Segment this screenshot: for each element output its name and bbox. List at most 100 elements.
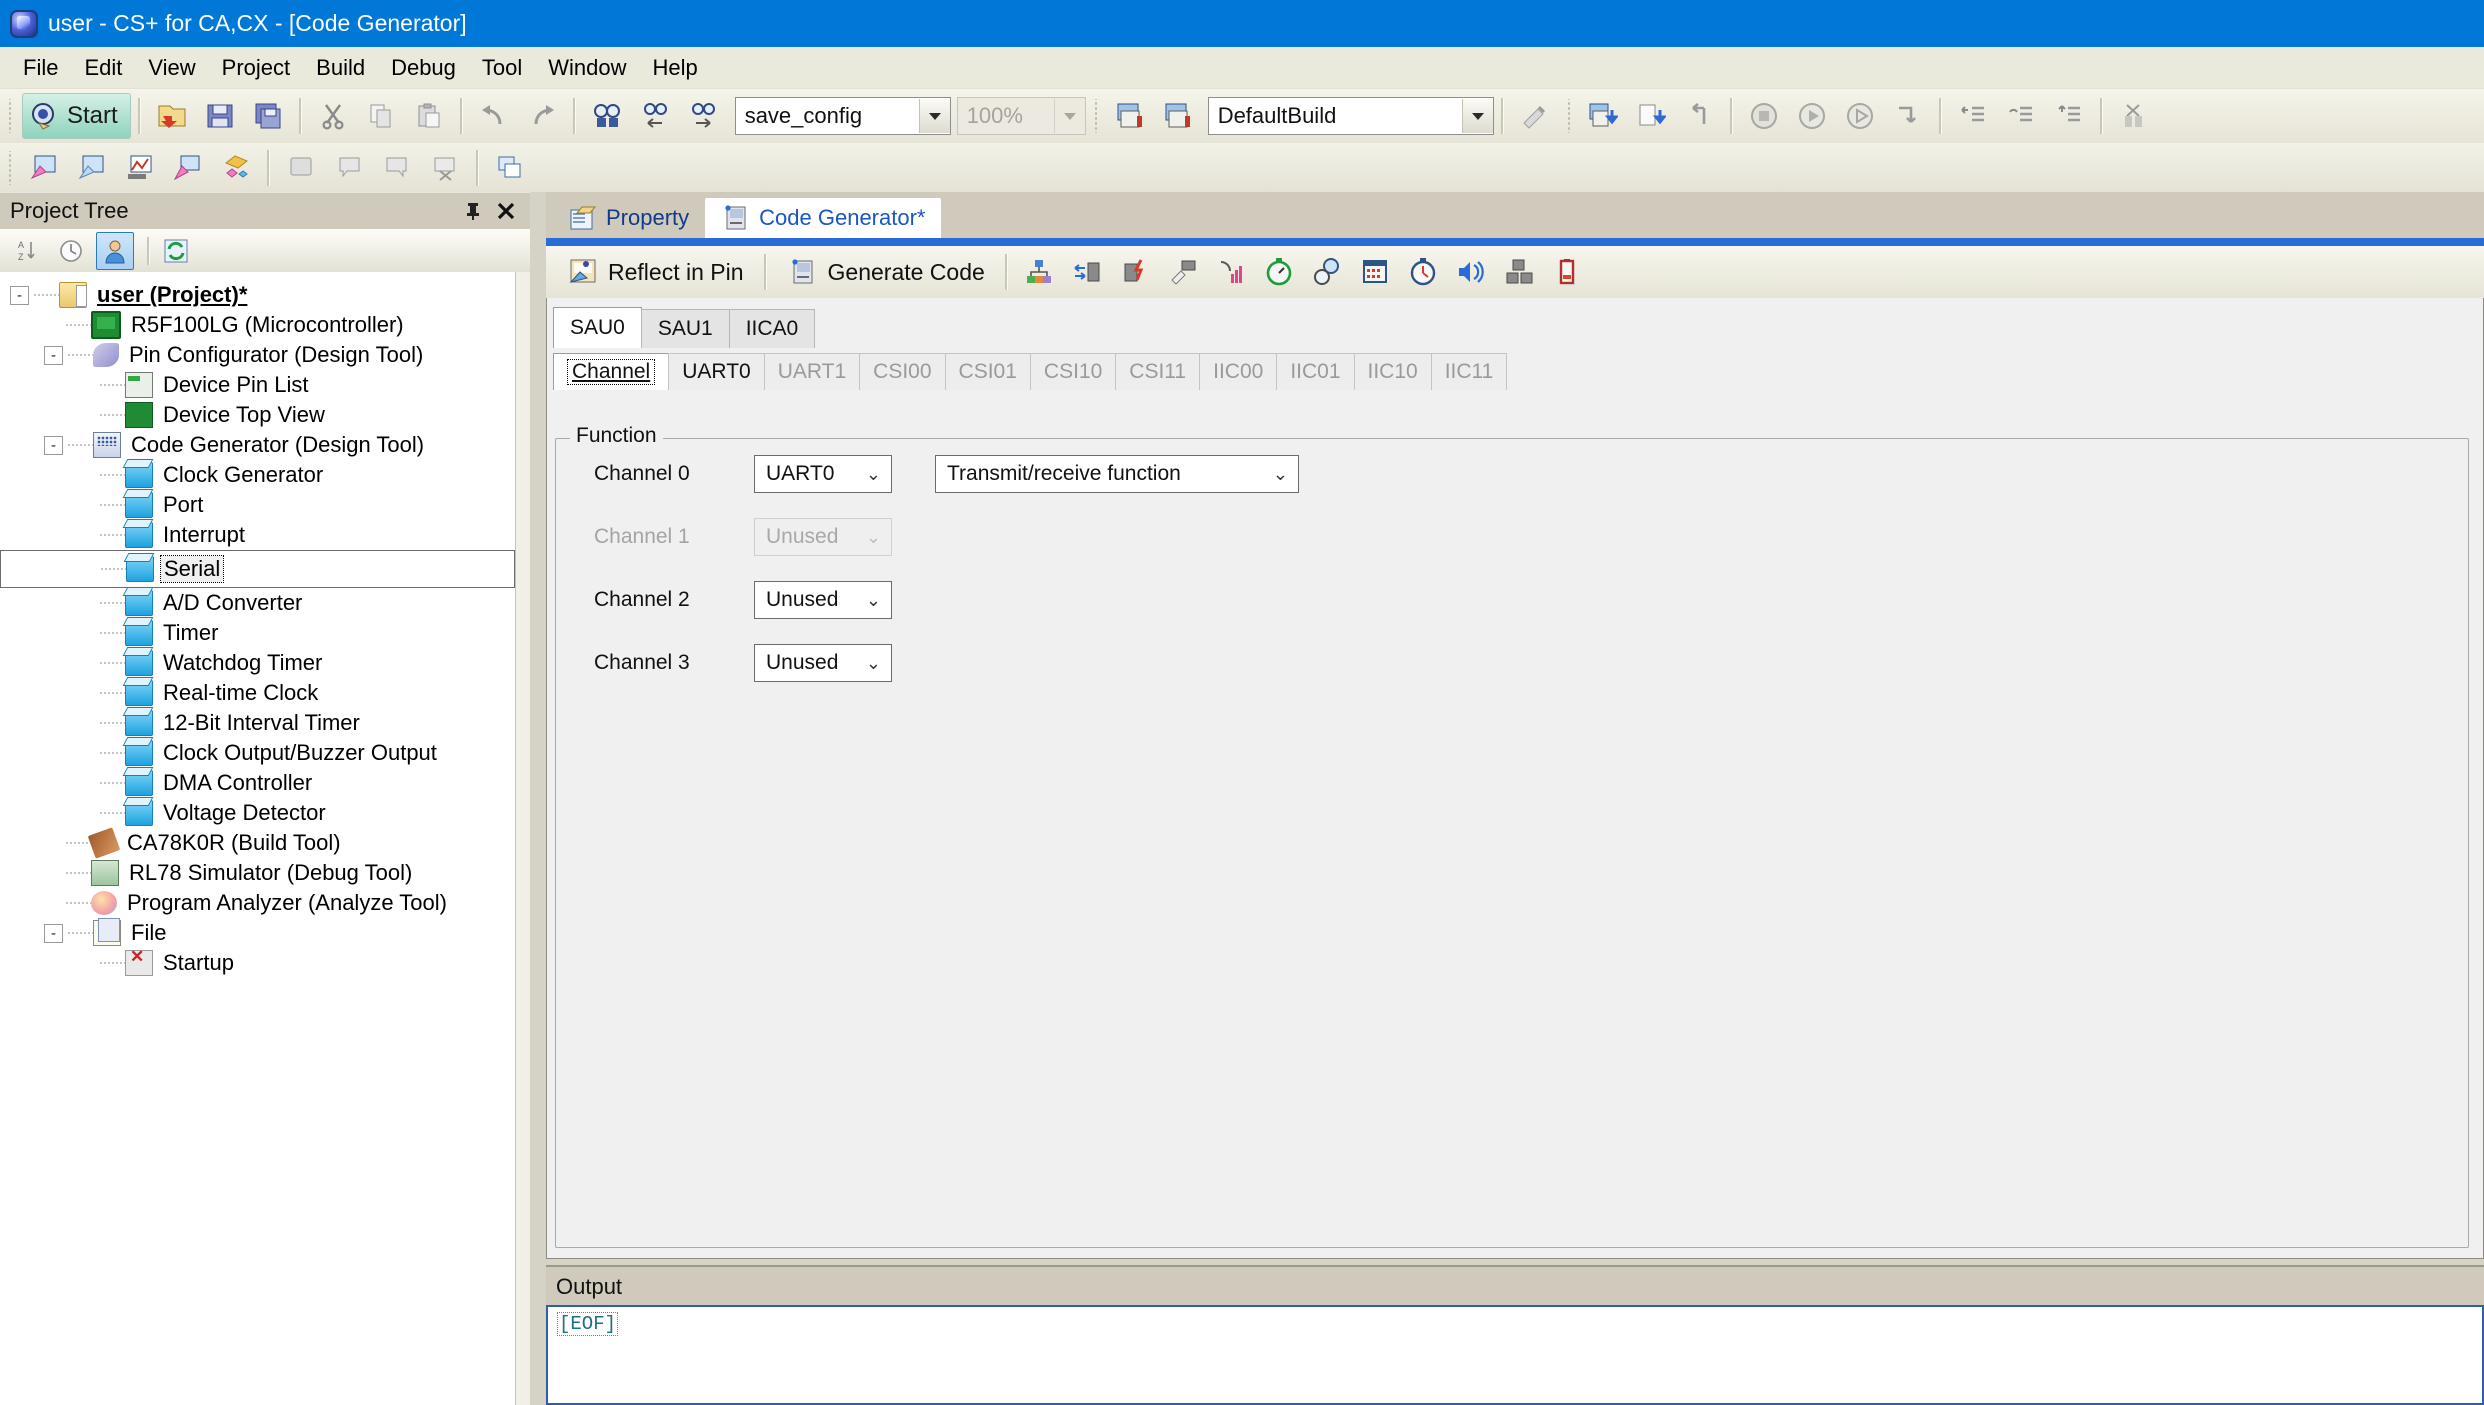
save-icon[interactable] (198, 94, 242, 138)
toolbar-grip[interactable] (6, 99, 15, 133)
step-out-icon[interactable] (2047, 94, 2091, 138)
tree-node[interactable]: -Code Generator (Design Tool) (0, 430, 515, 460)
sau-tab-iica0[interactable]: IICA0 (729, 309, 816, 348)
chevron-down-icon[interactable] (1462, 99, 1493, 133)
menu-item-project[interactable]: Project (209, 51, 303, 85)
ignore-break-go-icon[interactable] (1838, 94, 1882, 138)
step-in-icon[interactable] (1951, 94, 1995, 138)
go-icon[interactable] (1790, 94, 1834, 138)
window-cascade-icon[interactable] (488, 146, 532, 190)
tree-node[interactable]: Interrupt (0, 520, 515, 550)
output-console[interactable]: [EOF] (546, 1305, 2484, 1405)
save-all-icon[interactable] (246, 94, 290, 138)
comment-cut-icon[interactable] (423, 146, 467, 190)
channel-function-select[interactable]: Unused⌄ (754, 581, 892, 619)
tree-node[interactable]: -user (Project)* (0, 280, 515, 310)
channel-function-select[interactable]: Unused⌄ (754, 644, 892, 682)
clock-generator-icon[interactable] (1017, 250, 1061, 294)
tree-node[interactable]: RL78 Simulator (Debug Tool) (0, 858, 515, 888)
menu-item-tool[interactable]: Tool (469, 51, 535, 85)
menu-item-window[interactable]: Window (535, 51, 639, 85)
menu-item-view[interactable]: View (135, 51, 208, 85)
undo-icon[interactable] (472, 94, 516, 138)
dma-controller-icon[interactable] (1497, 250, 1541, 294)
chevron-down-icon[interactable]: ⌄ (866, 528, 881, 546)
find-previous-icon[interactable] (633, 94, 677, 138)
toolbar-grip[interactable] (6, 151, 15, 185)
rebuild-project-icon[interactable] (1156, 94, 1200, 138)
diamond-tool-icon[interactable] (214, 146, 258, 190)
tree-node[interactable]: 12-Bit Interval Timer (0, 708, 515, 738)
sort-az-icon[interactable]: A Z (8, 232, 46, 270)
pin-config-icon[interactable] (22, 146, 66, 190)
chevron-down-icon[interactable]: ⌄ (866, 465, 881, 483)
tree-node[interactable]: DMA Controller (0, 768, 515, 798)
tree-expander[interactable]: - (10, 286, 29, 305)
step-return-icon[interactable] (1886, 94, 1930, 138)
menu-item-file[interactable]: File (10, 51, 71, 85)
clean-icon[interactable] (1513, 94, 1557, 138)
restart-icon[interactable] (1677, 94, 1721, 138)
find-next-icon[interactable] (681, 94, 725, 138)
tree-node[interactable]: Clock Output/Buzzer Output (0, 738, 515, 768)
analyze-chart-icon[interactable] (118, 146, 162, 190)
tree-node[interactable]: -Pin Configurator (Design Tool) (0, 340, 515, 370)
ad-converter-icon[interactable] (1209, 250, 1253, 294)
tree-node[interactable]: Startup (0, 948, 515, 978)
tree-node[interactable]: Device Top View (0, 400, 515, 430)
comment-right-icon[interactable] (375, 146, 419, 190)
chevron-down-icon[interactable] (919, 99, 950, 133)
zoom-combo[interactable]: 100% (957, 97, 1086, 135)
toolbar-grip[interactable] (1092, 99, 1101, 133)
close-icon[interactable] (496, 201, 516, 221)
menu-item-help[interactable]: Help (640, 51, 711, 85)
refresh-icon[interactable] (157, 232, 195, 270)
start-debug-button[interactable]: Start (22, 93, 131, 139)
reflect-in-pin-button[interactable]: Reflect in Pin (554, 250, 757, 294)
tree-node[interactable]: CA78K0R (Build Tool) (0, 828, 515, 858)
tree-node[interactable]: A/D Converter (0, 588, 515, 618)
tab-code-generator[interactable]: Code Generator* (705, 198, 941, 238)
tree-node[interactable]: Watchdog Timer (0, 648, 515, 678)
menu-item-debug[interactable]: Debug (378, 51, 469, 85)
channel-tab-channel[interactable]: Channel (553, 353, 669, 390)
tree-node[interactable]: Port (0, 490, 515, 520)
paste-icon[interactable] (407, 94, 451, 138)
cut-icon[interactable] (311, 94, 355, 138)
serial-icon[interactable] (1161, 250, 1205, 294)
port-icon[interactable] (1065, 250, 1109, 294)
tree-node[interactable]: Program Analyzer (Analyze Tool) (0, 888, 515, 918)
chevron-down-icon[interactable] (1054, 99, 1085, 133)
tree-node[interactable]: R5F100LG (Microcontroller) (0, 310, 515, 340)
tree-expander[interactable]: - (44, 346, 63, 365)
search-combo[interactable]: save_config (735, 97, 951, 135)
tree-expander[interactable]: - (44, 924, 63, 943)
sau-tab-sau0[interactable]: SAU0 (553, 307, 642, 348)
pin-assign-icon[interactable] (166, 146, 210, 190)
user-icon[interactable] (96, 232, 134, 270)
redo-icon[interactable] (520, 94, 564, 138)
sau-tab-sau1[interactable]: SAU1 (641, 309, 730, 348)
copy-icon[interactable] (359, 94, 403, 138)
tree-node[interactable]: -File (0, 918, 515, 948)
generate-code-button[interactable]: Generate Code (774, 250, 998, 294)
tree-node[interactable]: Voltage Detector (0, 798, 515, 828)
project-tree-list[interactable]: -user (Project)*R5F100LG (Microcontrolle… (0, 272, 516, 1405)
toolbar-grip[interactable] (1565, 99, 1574, 133)
device-top-view-icon[interactable] (70, 146, 114, 190)
cut-build-icon[interactable] (2112, 94, 2156, 138)
buzzer-output-icon[interactable] (1449, 250, 1493, 294)
download-icon[interactable] (1581, 94, 1625, 138)
project-tree-scrollbar[interactable] (515, 272, 530, 1405)
interval-timer-icon[interactable] (1401, 250, 1445, 294)
pin-icon[interactable] (464, 201, 482, 221)
voltage-detector-icon[interactable] (1545, 250, 1589, 294)
history-icon[interactable] (52, 232, 90, 270)
timer-icon[interactable] (1257, 250, 1301, 294)
stop-panel-icon[interactable] (279, 146, 323, 190)
tree-expander[interactable]: - (44, 436, 63, 455)
step-over-icon[interactable] (1999, 94, 2043, 138)
tree-node[interactable]: Serial (0, 550, 515, 588)
open-folder-icon[interactable] (150, 94, 194, 138)
chevron-down-icon[interactable]: ⌄ (1273, 465, 1288, 483)
